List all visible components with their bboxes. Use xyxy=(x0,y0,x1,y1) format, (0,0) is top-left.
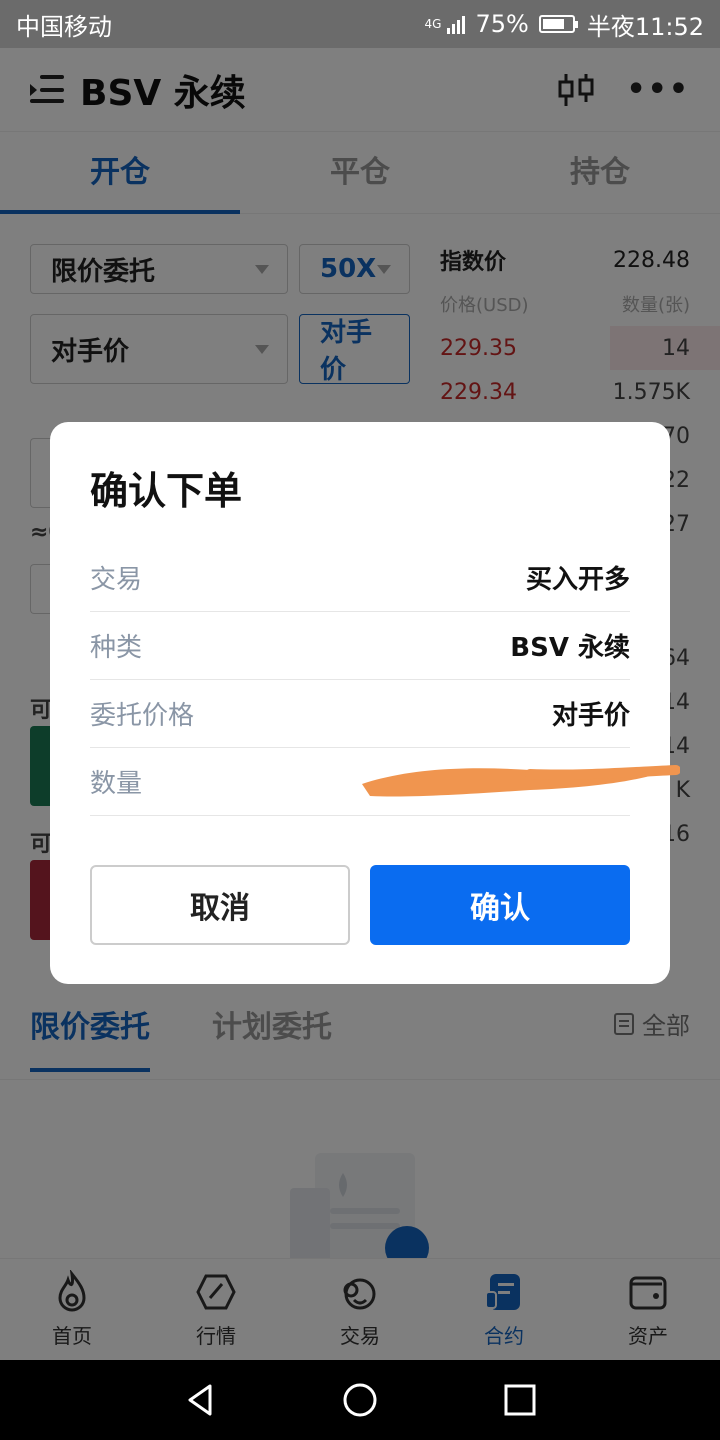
battery-icon xyxy=(538,15,578,33)
trade-value: 买入开多 xyxy=(525,565,630,595)
summary-row-price: 委托价格 对手价 xyxy=(90,680,630,748)
summary-row-trade: 交易 买入开多 xyxy=(90,544,630,612)
cancel-button[interactable]: 取消 xyxy=(90,865,350,945)
trade-label: 交易 xyxy=(90,565,143,595)
quantity-label: 数量 xyxy=(90,769,143,799)
carrier-label: 中国移动 xyxy=(16,12,112,41)
summary-row-quantity: 数量 xyxy=(90,748,680,816)
price-label: 委托价格 xyxy=(90,701,195,731)
price-value: 对手价 xyxy=(551,701,630,731)
summary-row-type: 种类 BSV 永续 xyxy=(90,612,630,680)
home-icon[interactable] xyxy=(342,1382,378,1418)
clock: 半夜11:52 xyxy=(586,12,704,41)
status-bar: 中国移动 4G 75% 半夜11:52 xyxy=(0,0,720,48)
type-value: BSV 永续 xyxy=(510,633,630,663)
back-icon[interactable] xyxy=(182,1382,218,1418)
dialog-title: 确认下单 xyxy=(90,469,243,513)
battery-percent: 75% xyxy=(475,10,529,38)
dialog-buttons: 取消 确认 xyxy=(90,865,630,945)
recents-icon[interactable] xyxy=(502,1382,538,1418)
order-summary: 交易 买入开多 种类 BSV 永续 委托价格 对手价 数量 xyxy=(90,544,680,816)
network-label: 4G xyxy=(424,17,442,31)
confirm-order-dialog: 确认下单 交易 买入开多 种类 BSV 永续 委托价格 对手价 数量 取消 确认 xyxy=(50,422,680,984)
system-nav-bar xyxy=(0,1360,720,1440)
signal-icon xyxy=(447,14,466,34)
confirm-button[interactable]: 确认 xyxy=(370,865,630,945)
type-label: 种类 xyxy=(90,633,143,663)
redaction-scribble xyxy=(362,765,680,797)
